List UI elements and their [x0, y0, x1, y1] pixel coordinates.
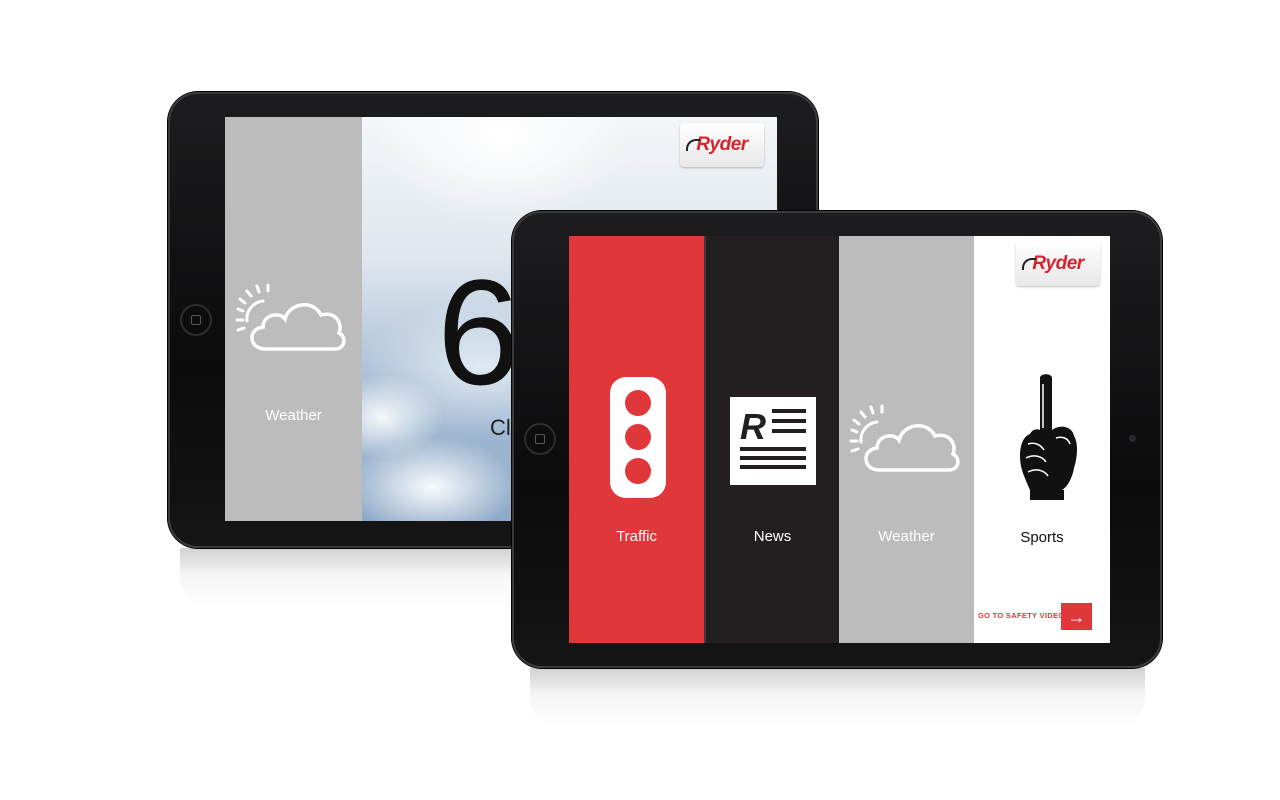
front-tablet: Traffic R News Weather Ryder Sports GO T…	[512, 211, 1162, 668]
logo-text: Ryder	[696, 134, 748, 155]
news-label: News	[753, 528, 792, 545]
news-icon: R	[730, 397, 816, 485]
front-tablet-screen: Traffic R News Weather Ryder Sports GO T…	[569, 236, 1110, 643]
front-tablet-reflection	[530, 668, 1145, 728]
ryder-logo: Ryder	[680, 123, 764, 167]
safety-video-link[interactable]: GO TO SAFETY VIDEO	[978, 611, 1064, 620]
news-panel[interactable]: R News	[704, 236, 839, 643]
traffic-panel[interactable]: Traffic	[569, 236, 704, 643]
sports-panel[interactable]: Ryder Sports GO TO SAFETY VIDEO →	[974, 236, 1110, 643]
temperature-value: 6	[437, 248, 521, 416]
safety-video-button[interactable]: →	[1061, 603, 1092, 630]
weather-panel[interactable]: Weather	[839, 236, 974, 643]
home-button[interactable]	[524, 423, 556, 455]
traffic-light-icon	[610, 377, 666, 498]
condition-text: Cl	[490, 415, 511, 440]
logo-swoosh	[1022, 258, 1036, 270]
weather-panel[interactable]: Weather	[225, 117, 362, 521]
weather-label: Weather	[265, 407, 322, 424]
camera	[1129, 435, 1136, 442]
ryder-logo: Ryder	[1016, 242, 1100, 286]
traffic-label: Traffic	[616, 528, 657, 545]
weather-icon	[235, 283, 346, 351]
foam-finger-icon	[1020, 374, 1077, 500]
svg-text:R: R	[740, 406, 766, 447]
logo-text: Ryder	[1032, 253, 1084, 274]
arrow-right-icon: →	[1067, 606, 1086, 627]
sports-label: Sports	[1020, 529, 1064, 546]
home-button[interactable]	[180, 304, 212, 336]
logo-swoosh	[686, 139, 700, 151]
weather-icon	[849, 404, 960, 472]
weather-label: Weather	[878, 528, 935, 545]
